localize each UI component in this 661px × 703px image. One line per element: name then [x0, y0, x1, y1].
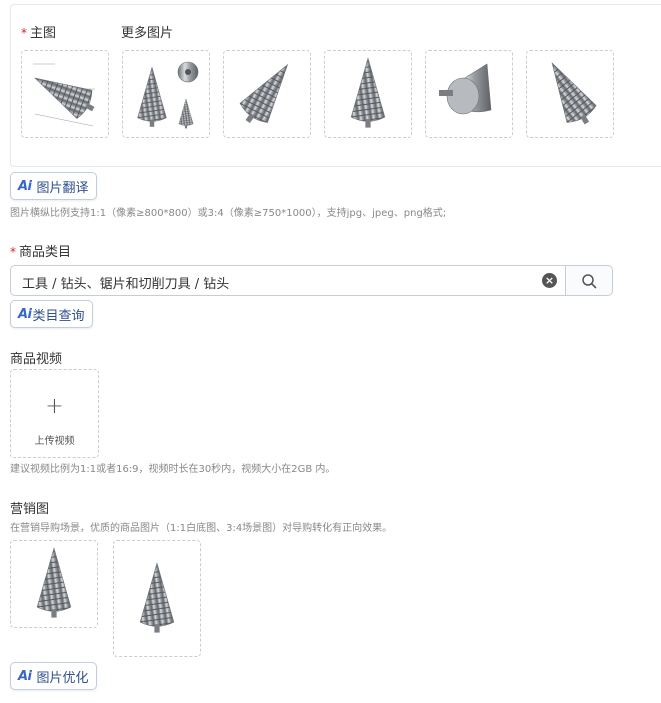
- required-mark: *: [10, 245, 16, 259]
- ai-icon: Ai: [18, 178, 32, 194]
- search-icon: [582, 273, 597, 288]
- plus-icon: +: [45, 394, 64, 419]
- image-format-hint: 图片横纵比例支持1:1（像素≥800*800）或3:4（像素≥750*1000）…: [10, 208, 447, 219]
- more-image-thumbnail[interactable]: [223, 50, 311, 138]
- marketing-image-portrait[interactable]: [113, 540, 201, 657]
- ai-category-query-button[interactable]: Ai 类目查询: [10, 300, 93, 328]
- more-image-thumbnail[interactable]: [425, 50, 513, 138]
- category-input[interactable]: 工具 / 钻头、锯片和切削刀具 / 钻头 ×: [10, 265, 566, 296]
- step-drill-set-icon: [137, 61, 199, 129]
- ai-image-optimize-button[interactable]: Ai 图片优化: [10, 662, 97, 690]
- step-drill-angled-icon: [233, 54, 302, 132]
- more-image-thumbnail[interactable]: [526, 50, 614, 138]
- marketing-label: 营销图: [10, 502, 50, 517]
- required-mark: *: [21, 26, 27, 40]
- step-drill-portrait-icon: [139, 562, 175, 633]
- main-image-thumbnail[interactable]: [21, 50, 109, 138]
- video-label: 商品视频: [10, 352, 63, 367]
- more-images-label: 更多图片: [121, 26, 174, 41]
- ai-icon: Ai: [18, 306, 32, 322]
- marketing-image-square[interactable]: [10, 540, 98, 628]
- step-drill-diagram-icon: [26, 63, 102, 127]
- more-image-thumbnail[interactable]: [122, 50, 210, 138]
- ai-image-translate-button[interactable]: Ai 图片翻译: [10, 172, 97, 200]
- step-drill-tilted-icon: [537, 54, 602, 133]
- category-search-button[interactable]: [565, 265, 613, 296]
- main-image-label: * 主图: [21, 26, 57, 41]
- category-label: * 商品类目: [10, 245, 72, 260]
- step-drill-square-icon: [36, 547, 72, 619]
- upload-video-label: 上传视频: [34, 436, 75, 447]
- step-drill-upright-icon: [350, 57, 386, 129]
- clear-circle-icon[interactable]: ×: [542, 273, 557, 288]
- step-drill-end-view-icon: [439, 63, 492, 115]
- video-hint: 建议视频比例为1:1或者16:9，视频时长在30秒内，视频大小在2GB 内。: [10, 464, 336, 475]
- marketing-hint: 在营销导购场景，优质的商品图片（1:1白底图、3:4场景图）对导购转化有正向效果…: [10, 523, 393, 534]
- upload-video-button[interactable]: + 上传视频: [10, 369, 99, 458]
- category-value: 工具 / 钻头、锯片和切削刀具 / 钻头: [22, 277, 230, 292]
- more-image-thumbnail[interactable]: [324, 50, 412, 138]
- ai-icon: Ai: [18, 668, 32, 684]
